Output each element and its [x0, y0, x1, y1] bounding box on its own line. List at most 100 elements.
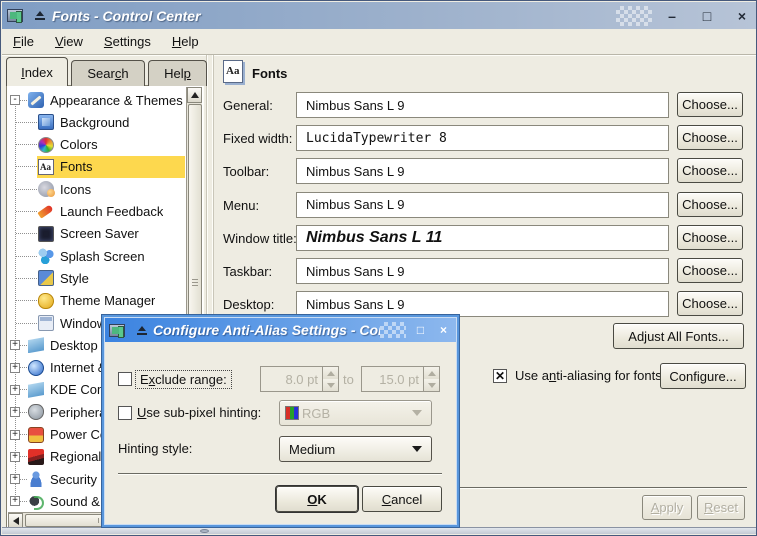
- subpixel-label[interactable]: Use sub-pixel hinting:: [137, 405, 261, 420]
- tree-item[interactable]: Theme Manager: [8, 290, 185, 312]
- tab-search[interactable]: Search: [71, 60, 145, 86]
- desktop-icon: [28, 337, 44, 353]
- tree-expander-icon[interactable]: +: [10, 452, 20, 462]
- tree-connector: [16, 189, 37, 190]
- range-to-word: to: [343, 372, 354, 387]
- choose-button[interactable]: Choose...: [677, 192, 743, 217]
- menu-file[interactable]: File: [13, 34, 34, 49]
- style-icon: [38, 270, 54, 286]
- hinting-style-label: Hinting style:: [118, 441, 192, 456]
- app-icon: [7, 9, 23, 22]
- tree-connector: [16, 256, 37, 257]
- chevron-down-icon: [412, 446, 422, 452]
- configure-button[interactable]: Configure...: [660, 363, 746, 389]
- font-row: Toolbar: Nimbus Sans L 9 Choose...: [219, 158, 757, 184]
- choose-button[interactable]: Choose...: [677, 92, 743, 117]
- dialog-close-button[interactable]: ×: [435, 322, 452, 339]
- window-title: Fonts - Control Center: [52, 8, 201, 24]
- close-button[interactable]: ×: [732, 6, 752, 26]
- tree-connector: [16, 233, 37, 234]
- tree-item[interactable]: Icons: [8, 178, 185, 200]
- font-preview-field: Nimbus Sans L 9: [296, 92, 669, 118]
- tree-item-label: Icons: [60, 182, 91, 197]
- menu-view[interactable]: View: [55, 34, 83, 49]
- tree-expander-icon[interactable]: +: [10, 407, 20, 417]
- range-from-spinbox: 8.0 pt: [260, 366, 339, 392]
- rgb-stripes-icon: [285, 406, 299, 420]
- screen-saver-icon: [38, 226, 54, 242]
- chevron-down-icon: [412, 410, 422, 416]
- ok-button[interactable]: OK: [276, 486, 358, 512]
- tree-expander-icon[interactable]: +: [10, 340, 20, 350]
- choose-button[interactable]: Choose...: [677, 125, 743, 150]
- font-row: Desktop: Nimbus Sans L 9 Choose...: [219, 291, 757, 317]
- tree-expander-icon[interactable]: +: [10, 363, 20, 373]
- dialog-maximize-button[interactable]: □: [412, 322, 429, 339]
- menu-settings[interactable]: Settings: [104, 34, 151, 49]
- minimize-button[interactable]: –: [662, 6, 682, 26]
- tree-connector: [20, 345, 27, 346]
- cancel-button[interactable]: Cancel: [362, 486, 442, 512]
- font-preview-field: Nimbus Sans L 9: [296, 291, 669, 317]
- theme-manager-icon: [38, 293, 54, 309]
- exclude-range-checkbox[interactable]: [118, 372, 132, 386]
- scroll-up-button[interactable]: [187, 87, 202, 103]
- tree-expander-icon[interactable]: +: [10, 385, 20, 395]
- tree-expander-icon[interactable]: -: [10, 95, 20, 105]
- hinting-style-dropdown[interactable]: Medium: [279, 436, 432, 462]
- menubar: File View Settings Help: [2, 29, 757, 55]
- titlebar-decoration: [616, 6, 652, 26]
- adjust-all-fonts-button[interactable]: Adjust All Fonts...: [613, 323, 744, 349]
- splitter-grip-icon[interactable]: [200, 529, 209, 533]
- font-row-label: Desktop:: [223, 297, 274, 312]
- choose-button[interactable]: Choose...: [677, 158, 743, 183]
- font-preview-field: Nimbus Sans L 9: [296, 258, 669, 284]
- subpixel-checkbox[interactable]: [118, 406, 132, 420]
- tree-item[interactable]: Style: [8, 267, 185, 289]
- maximize-button[interactable]: □: [697, 6, 717, 26]
- tree-connector: [16, 211, 37, 212]
- tree-item[interactable]: Splash Screen: [8, 245, 185, 267]
- font-row-label: Toolbar:: [223, 164, 269, 179]
- antialias-checkbox-label[interactable]: Use anti-aliasing for fonts: [515, 368, 662, 383]
- splash-screen-icon: [38, 248, 54, 264]
- font-row-label: Taskbar:: [223, 264, 272, 279]
- tree-item[interactable]: Fonts: [8, 156, 185, 178]
- tree-connector: [16, 122, 37, 123]
- tree-item[interactable]: Background: [8, 111, 185, 133]
- tree-item[interactable]: Screen Saver: [8, 223, 185, 245]
- main-titlebar: Fonts - Control Center – □ ×: [2, 2, 757, 29]
- choose-button[interactable]: Choose...: [677, 258, 743, 283]
- scroll-left-button[interactable]: [8, 513, 23, 528]
- tree-item[interactable]: Colors: [8, 134, 185, 156]
- tab-index[interactable]: Index: [6, 57, 68, 86]
- tree-connector: [16, 323, 37, 324]
- tree-expander-icon[interactable]: +: [10, 474, 20, 484]
- tree-connector: [16, 144, 37, 145]
- power-control-icon: [28, 427, 44, 443]
- tree-item[interactable]: - Appearance & Themes: [8, 89, 185, 111]
- sound-icon: [28, 493, 44, 509]
- antialias-checkbox[interactable]: ✕: [493, 369, 507, 383]
- tree-connector: [20, 434, 27, 435]
- menu-help[interactable]: Help: [172, 34, 199, 49]
- tree-item-label: Periphera: [50, 405, 106, 420]
- exclude-range-label[interactable]: Exclude range:: [135, 370, 232, 389]
- background-icon: [38, 114, 54, 130]
- font-row-label: Fixed width:: [223, 131, 292, 146]
- panel-title: Fonts: [252, 66, 287, 81]
- choose-button[interactable]: Choose...: [677, 225, 743, 250]
- tree-item[interactable]: Launch Feedback: [8, 201, 185, 223]
- tree-expander-icon[interactable]: +: [10, 496, 20, 506]
- tree-connector: [20, 100, 27, 101]
- tree-connector: [16, 278, 37, 279]
- tree-item-label: Background: [60, 115, 129, 130]
- tree-item-label: KDE Com: [50, 382, 108, 397]
- window-decorations-icon: [38, 315, 54, 331]
- tree-item-label: Style: [60, 271, 89, 286]
- tree-expander-icon[interactable]: +: [10, 430, 20, 440]
- choose-button[interactable]: Choose...: [677, 291, 743, 316]
- check-mark-icon: ✕: [495, 370, 505, 382]
- tab-help[interactable]: Help: [148, 60, 207, 86]
- spin-down-icon: [327, 383, 335, 388]
